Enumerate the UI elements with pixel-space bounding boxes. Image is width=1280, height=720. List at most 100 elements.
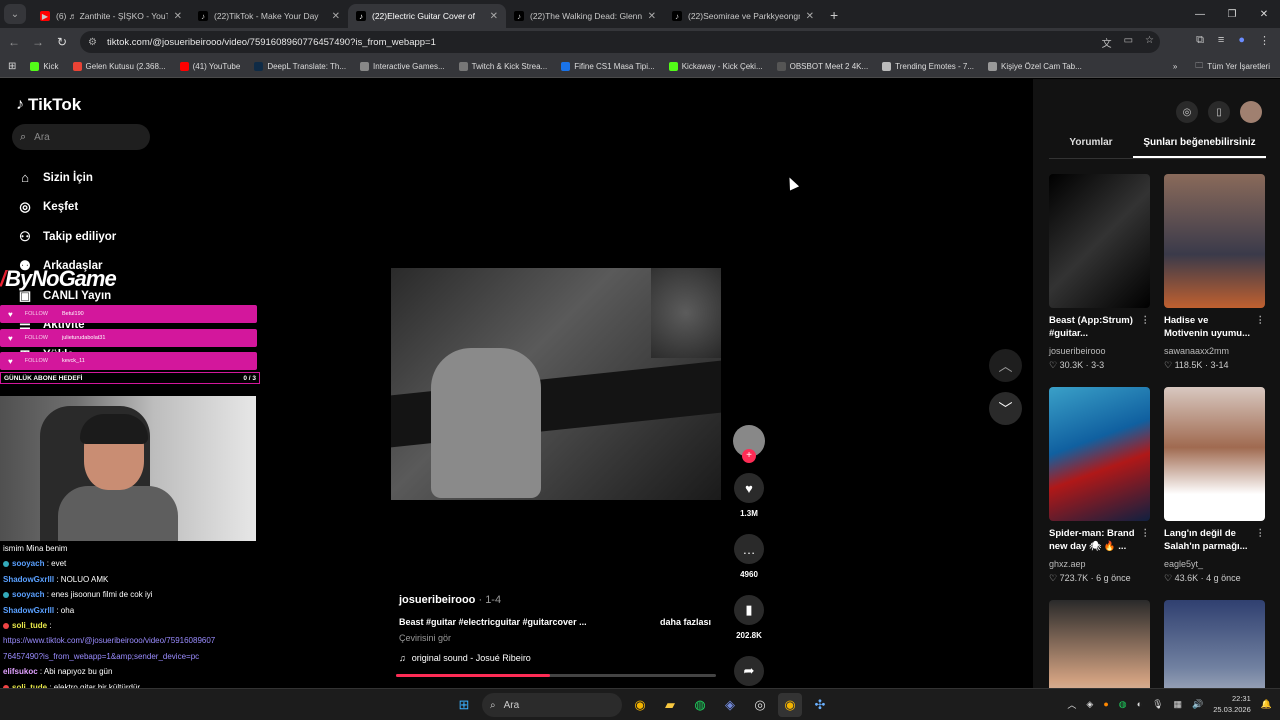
file-explorer-icon[interactable]: ▰ (658, 693, 682, 717)
see-translation[interactable]: Çevirisini gör (399, 633, 711, 643)
obs-icon[interactable]: ◎ (748, 693, 772, 717)
more-options-icon[interactable]: ⋮ (1256, 314, 1266, 327)
tray-app-icon[interactable]: ● (1103, 699, 1108, 709)
notification-icon[interactable]: 🔔 (1261, 699, 1272, 710)
translate-icon[interactable]: 文 (1102, 35, 1112, 50)
follow-plus-icon[interactable]: + (742, 449, 756, 463)
compass-icon[interactable]: ◎ (1176, 101, 1198, 123)
new-tab-button[interactable]: + (830, 7, 838, 23)
bookmark-star-icon[interactable]: ☆ (1145, 35, 1154, 50)
close-window-icon[interactable]: ✕ (1248, 9, 1280, 20)
video-progress[interactable] (396, 674, 716, 677)
chat-username[interactable]: sooyach (12, 559, 44, 568)
video-player[interactable] (391, 268, 721, 500)
tab-close-icon[interactable]: ✕ (806, 11, 814, 22)
video-thumbnail[interactable] (1049, 174, 1150, 308)
more-button[interactable]: daha fazlası (660, 617, 711, 627)
chat-username[interactable]: soli_tude (12, 621, 47, 630)
tab-close-icon[interactable]: ✕ (490, 11, 498, 22)
browser-tab[interactable]: ♪ (22)Seomirae ve Parkkyeongnam ✕ (664, 4, 822, 28)
sidebar-item[interactable]: ◎ Keşfet (16, 193, 116, 223)
card-author[interactable]: sawanaaxx2mm (1164, 346, 1265, 356)
chrome-icon[interactable]: ◉ (628, 693, 652, 717)
browser-tab[interactable]: ♪ (22)TikTok - Make Your Day ✕ (190, 4, 348, 28)
video-card[interactable]: Hadise ve Motivenin uyumu... ⋮ sawanaaxx2m… (1164, 174, 1265, 371)
profile-icon[interactable]: ● (1238, 34, 1245, 47)
forward-icon[interactable]: → (26, 35, 50, 49)
card-author[interactable]: ghxz.aep (1049, 559, 1150, 569)
more-options-icon[interactable]: ⋮ (1256, 527, 1266, 540)
bookmark-item[interactable]: Trending Emotes - 7... (882, 62, 974, 71)
bookmark-item[interactable]: Kişiye Özel Cam Tab... (988, 62, 1082, 71)
taskbar-search[interactable]: ⌕ Ara (482, 693, 622, 717)
comment-button[interactable]: … 4960 (732, 534, 766, 579)
extensions-icon[interactable]: ⧉ (1196, 34, 1204, 47)
clock[interactable]: 22:31 25.03.2026 (1213, 693, 1251, 715)
sidebar-item[interactable]: ⚇ Takip ediliyor (16, 222, 116, 252)
media-control-icon[interactable]: ≡ (1218, 34, 1224, 47)
bookmark-item[interactable]: Kick (30, 62, 59, 71)
video-thumbnail[interactable] (1164, 387, 1265, 521)
browser-tab[interactable]: ♪ (22)The Walking Dead: Glenn R ✕ (506, 4, 664, 28)
sidebar-item[interactable]: ⌂ Sizin İçin (16, 163, 116, 193)
minimize-icon[interactable]: — (1184, 9, 1216, 20)
back-icon[interactable]: ← (2, 35, 26, 49)
video-thumbnail[interactable] (1164, 174, 1265, 308)
previous-video-button[interactable]: ︿ (989, 349, 1022, 382)
bookmark-item[interactable]: (41) YouTube (179, 62, 240, 71)
chat-text[interactable]: https://www.tiktok.com/@josueribeirooo/v… (3, 636, 215, 645)
spotify-tray-icon[interactable]: ◍ (1119, 699, 1127, 710)
app-icon[interactable]: ✣ (808, 693, 832, 717)
tab-close-icon[interactable]: ✕ (648, 11, 656, 22)
author-name[interactable]: josueribeirooo (399, 594, 475, 606)
tray-chevron-icon[interactable]: ︿ (1067, 698, 1076, 711)
reload-icon[interactable]: ↻ (50, 35, 74, 49)
bookmark-item[interactable]: DeepL Translate: Th... (254, 62, 346, 71)
cast-icon[interactable]: ▭ (1124, 35, 1133, 50)
tab-comments[interactable]: Yorumlar (1049, 137, 1133, 158)
browser-tab[interactable]: ▶ (6) ♬ Zanthite - ŞİŞKO - YouTu ✕ (32, 4, 190, 28)
author-avatar[interactable]: + (733, 425, 765, 463)
menu-icon[interactable]: ⋮ (1259, 34, 1270, 47)
tab-close-icon[interactable]: ✕ (332, 11, 340, 22)
video-thumbnail[interactable] (1049, 387, 1150, 521)
bookmark-item[interactable]: OBSBOT Meet 2 4K... (776, 62, 868, 71)
mic-icon[interactable]: 🎙 (1152, 699, 1163, 710)
chat-username[interactable]: ShadowGxrlll (3, 606, 54, 615)
video-card[interactable]: Lang'ın değil de Salah'ın parmağı... ⋮ eag… (1164, 387, 1265, 584)
restore-icon[interactable]: ❐ (1216, 9, 1248, 20)
card-author[interactable]: josueribeirooo (1049, 346, 1150, 356)
chat-username[interactable]: sooyach (12, 590, 44, 599)
apps-icon[interactable]: ⊞ (8, 61, 16, 72)
card-author[interactable]: eagle5yt_ (1164, 559, 1265, 569)
volume-icon[interactable]: 🔊 (1192, 699, 1203, 710)
more-options-icon[interactable]: ⋮ (1141, 527, 1151, 540)
tab-close-icon[interactable]: ✕ (174, 11, 182, 22)
bookmark-item[interactable]: Twitch & Kick Strea... (458, 62, 547, 71)
all-bookmarks[interactable]: 🗀 Tüm Yer İşaretleri (1195, 60, 1270, 74)
bookmark-item[interactable]: Interactive Games... (360, 62, 445, 71)
next-video-button[interactable]: ﹀ (989, 392, 1022, 425)
more-bookmarks-icon[interactable]: » (1173, 62, 1177, 71)
address-bar[interactable]: ⚙ tiktok.com/@josueribeirooo/video/75916… (80, 31, 1160, 53)
tiktok-logo[interactable]: ♪ TikTok (16, 95, 81, 115)
browser-tab[interactable]: ♪ (22)Electric Guitar Cover of ✕ (348, 4, 506, 28)
chrome-active-icon[interactable]: ◉ (778, 693, 802, 717)
user-avatar[interactable] (1240, 101, 1262, 123)
tab-you-may-like[interactable]: Şunları beğenebilirsiniz (1133, 137, 1266, 158)
chat-text[interactable]: 76457490?is_from_webapp=1&amp;sender_dev… (3, 652, 199, 661)
tab-search-button[interactable]: ⌄ (4, 4, 26, 24)
discord-icon[interactable]: ◈ (718, 693, 742, 717)
site-info-icon[interactable]: ⚙ (88, 37, 97, 48)
bookmark-button[interactable]: ▮ 202.8K (732, 595, 766, 640)
windows-start-icon[interactable]: ⊞ (452, 693, 476, 717)
video-card[interactable]: Spider-man: Brand new day 🕷 🔥 ... ⋮ ghxz.a… (1049, 387, 1150, 584)
device-icon[interactable]: ▯ (1208, 101, 1230, 123)
chat-username[interactable]: ShadowGxrlll (3, 575, 54, 584)
bookmark-item[interactable]: Gelen Kutusu (2.368... (72, 62, 166, 71)
network-icon[interactable]: ▦ (1174, 699, 1183, 710)
more-options-icon[interactable]: ⋮ (1141, 314, 1151, 327)
bookmark-item[interactable]: Kickaway - Kick Çeki... (668, 62, 763, 71)
bookmark-item[interactable]: Fifine CS1 Masa Tipi... (561, 62, 655, 71)
search-input[interactable]: ⌕ Ara (12, 124, 150, 150)
